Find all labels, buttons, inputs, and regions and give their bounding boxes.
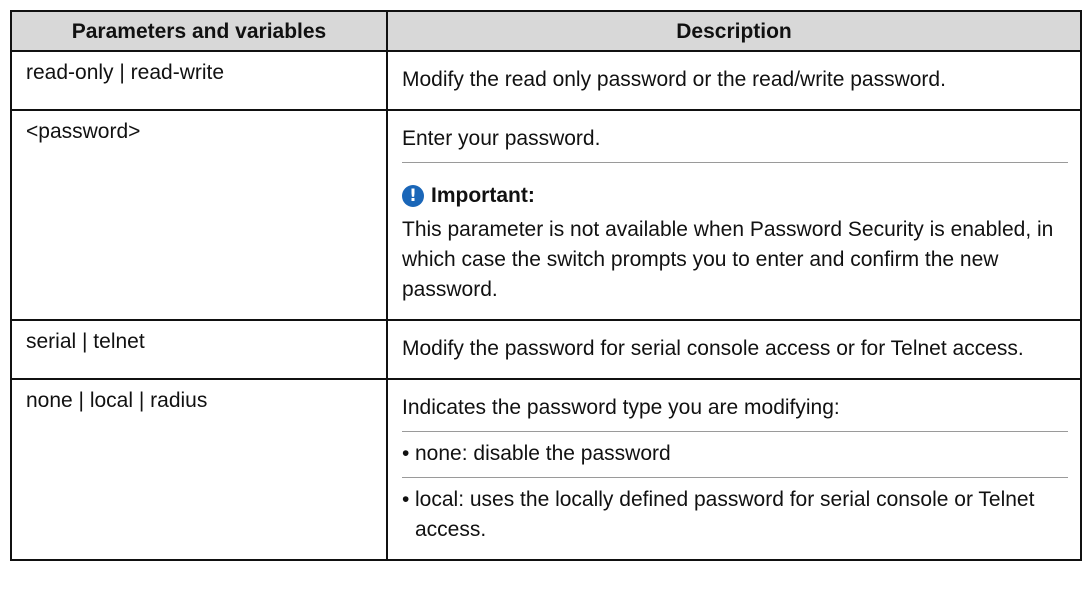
column-header-parameters: Parameters and variables: [10, 10, 388, 52]
description-text: Indicates the password type you are modi…: [402, 396, 840, 419]
parameter-cell: read-only | read-write: [10, 50, 388, 111]
parameter-cell: serial | telnet: [10, 319, 388, 380]
table-row: read-only | read-write Modify the read o…: [10, 50, 1082, 111]
description-cell: Enter your password. ! Important: This p…: [386, 109, 1082, 321]
bullet-text: none: disable the password: [415, 442, 671, 465]
parameters-table: Parameters and variables Description rea…: [10, 10, 1082, 561]
bullet-marker: •: [402, 442, 410, 465]
important-note-heading: Important:: [431, 184, 535, 207]
description-text: Modify the password for serial console a…: [402, 337, 1024, 360]
description-cell: Modify the password for serial console a…: [386, 319, 1082, 380]
important-note: ! Important: This parameter is not avail…: [402, 162, 1068, 313]
bullet-text: local: uses the locally defined password…: [415, 488, 1035, 541]
important-note-text: This parameter is not available when Pas…: [402, 218, 1054, 301]
exclamation-circle-icon: !: [402, 185, 424, 207]
table-header-row: Parameters and variables Description: [10, 10, 1082, 52]
table-row: none | local | radius Indicates the pass…: [10, 378, 1082, 561]
parameter-cell: <password>: [10, 109, 388, 321]
document-page: Parameters and variables Description rea…: [0, 0, 1089, 610]
column-header-description: Description: [386, 10, 1082, 52]
description-text: Modify the read only password or the rea…: [402, 68, 946, 91]
description-cell: Modify the read only password or the rea…: [386, 50, 1082, 111]
bullet-marker: •: [402, 488, 410, 511]
parameter-cell: none | local | radius: [10, 378, 388, 561]
important-note-heading-row: ! Important:: [402, 170, 1068, 211]
description-cell: Indicates the password type you are modi…: [386, 378, 1082, 561]
table-row: serial | telnet Modify the password for …: [10, 319, 1082, 380]
bullet-item: • local: uses the locally defined passwo…: [402, 477, 1068, 553]
bullet-item: • none: disable the password: [402, 431, 1068, 477]
description-text: Enter your password.: [402, 127, 601, 150]
table-row: <password> Enter your password. ! Import…: [10, 109, 1082, 321]
